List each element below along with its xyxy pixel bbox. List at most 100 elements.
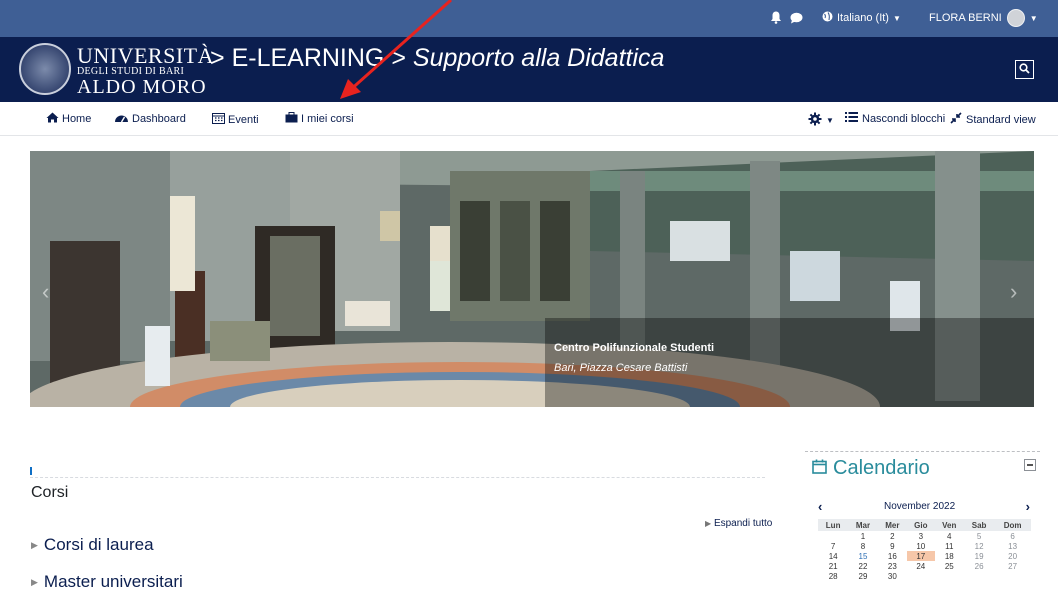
primary-navigation: Home Dashboard Eventi I miei corsi ▼ Nas… [0, 102, 1058, 136]
hide-blocks-button[interactable]: Nascondi blocchi [845, 112, 945, 126]
category-label: Master universitari [43, 572, 183, 591]
nav-eventi-label: Eventi [228, 113, 259, 126]
calendar-day[interactable]: 13 [994, 541, 1031, 551]
calendar-day[interactable]: 19 [964, 551, 994, 561]
calendar-day[interactable]: 1 [848, 531, 877, 541]
calendar-week-row: 14 15 16 17 18 19 20 [818, 551, 1031, 561]
calendar-day[interactable]: 5 [964, 531, 994, 541]
breadcrumb-supporto-didattica[interactable]: Supporto alla Didattica [413, 44, 665, 72]
minus-icon [1027, 464, 1033, 466]
calendar-day[interactable]: 11 [935, 541, 964, 551]
nav-eventi[interactable]: Eventi [212, 112, 259, 127]
caret-down-icon: ▼ [826, 116, 834, 125]
briefcase-icon [285, 112, 298, 126]
expand-all-link[interactable]: ▶ Espandi tutto [705, 518, 772, 529]
next-month-icon[interactable]: › [1026, 499, 1030, 514]
category-label: Corsi di laurea [43, 535, 154, 554]
calendar-day[interactable]: 15 [848, 551, 877, 561]
calendar-block-title: Calendario [812, 457, 930, 480]
weekday-label: Sab [963, 519, 995, 531]
site-header: UNIVERSITÀ DEGLI STUDI DI BARI ALDO MORO… [0, 37, 1058, 102]
weekday-label: Ven [934, 519, 964, 531]
standard-view-button[interactable]: Standard view [950, 112, 1036, 127]
user-menu[interactable]: FLORA BERNI ▼ [929, 9, 1038, 27]
calendar-day[interactable]: 17 [907, 551, 935, 561]
calendar-day[interactable]: 8 [848, 541, 877, 551]
calendar-day[interactable]: 4 [935, 531, 964, 541]
section-divider [30, 477, 765, 478]
globe-icon [822, 11, 833, 25]
notification-bell-icon[interactable] [770, 11, 782, 29]
top-bar: Italiano (It) ▼ FLORA BERNI ▼ [0, 0, 1058, 37]
triangle-right-icon: ▶ [31, 576, 38, 587]
calendar-day[interactable]: 30 [878, 571, 907, 581]
messages-icon[interactable] [790, 11, 803, 29]
nav-dashboard[interactable]: Dashboard [114, 112, 186, 126]
calendar-day[interactable]: 10 [907, 541, 935, 551]
calendar-day[interactable]: 12 [964, 541, 994, 551]
home-icon [46, 112, 59, 126]
calendar-day[interactable]: 7 [818, 541, 848, 551]
university-seal-logo[interactable] [19, 43, 71, 95]
previous-month-icon[interactable]: ‹ [818, 499, 822, 514]
nav-my-courses-label: I miei corsi [301, 113, 354, 125]
calendar-month-label[interactable]: November 2022 [884, 501, 955, 512]
university-name[interactable]: UNIVERSITÀ DEGLI STUDI DI BARI ALDO MORO [77, 45, 214, 98]
calendar-empty-cell [935, 571, 964, 581]
calendar-week-row: 28 29 30 [818, 571, 1031, 581]
calendar-month-nav: ‹ November 2022 › [818, 499, 1030, 515]
breadcrumb-separator: > [391, 44, 406, 72]
carousel-next-icon[interactable]: › [1010, 279, 1017, 305]
calendar-empty-cell [907, 571, 935, 581]
top-icons [770, 11, 803, 29]
courses-section-title: Corsi [31, 484, 69, 501]
header-breadcrumb: > E-LEARNING > Supporto alla Didattica [210, 44, 664, 73]
calendar-day[interactable]: 14 [818, 551, 848, 561]
calendar-day[interactable]: 2 [878, 531, 907, 541]
list-icon [845, 112, 858, 126]
image-carousel: ‹ › Centro Polifunzionale Studenti Bari,… [30, 151, 1034, 407]
search-icon [1019, 61, 1030, 79]
calendar-day[interactable]: 23 [878, 561, 907, 571]
carousel-prev-icon[interactable]: ‹ [42, 279, 49, 305]
avatar [1006, 9, 1025, 27]
nav-dashboard-label: Dashboard [132, 113, 186, 125]
language-label: Italiano (It) [837, 12, 889, 24]
nav-my-courses[interactable]: I miei corsi [285, 112, 354, 126]
calendar-day[interactable]: 29 [848, 571, 877, 581]
expand-all-label: Espandi tutto [713, 518, 773, 529]
collapse-block-button[interactable] [1024, 459, 1036, 471]
calendar-day[interactable]: 22 [848, 561, 877, 571]
triangle-right-icon: ▶ [705, 519, 712, 528]
calendar-icon [212, 112, 225, 127]
caption-subtitle: Bari, Piazza Cesare Battisti [554, 362, 688, 374]
calendar-empty-cell [818, 531, 848, 541]
page-settings-menu[interactable]: ▼ [808, 112, 834, 129]
category-master-universitari[interactable]: ▶ Master universitari [31, 572, 183, 592]
calendar-day[interactable]: 9 [878, 541, 907, 551]
calendar-empty-cell [994, 571, 1031, 581]
weekday-label: Gio [907, 519, 935, 531]
breadcrumb-elearning[interactable]: E-LEARNING [232, 44, 385, 72]
calendar-day[interactable]: 26 [964, 561, 994, 571]
language-selector[interactable]: Italiano (It) ▼ [822, 11, 901, 25]
calendar-day[interactable]: 21 [818, 561, 848, 571]
calendar-day[interactable]: 25 [935, 561, 964, 571]
calendar-day[interactable]: 20 [994, 551, 1031, 561]
calendar-week-row: 7 8 9 10 11 12 13 [818, 541, 1031, 551]
weekday-label: Dom [994, 519, 1031, 531]
section-marker [30, 467, 32, 475]
hide-blocks-label: Nascondi blocchi [862, 113, 946, 125]
standard-view-label: Standard view [966, 113, 1036, 126]
calendar-day[interactable]: 16 [878, 551, 907, 561]
calendar-day[interactable]: 18 [935, 551, 964, 561]
calendar-day[interactable]: 24 [907, 561, 935, 571]
calendar-week-row: 123456 [818, 531, 1031, 541]
category-corsi-di-laurea[interactable]: ▶ Corsi di laurea [31, 535, 154, 555]
calendar-day[interactable]: 27 [994, 561, 1031, 571]
calendar-day[interactable]: 3 [907, 531, 935, 541]
search-button[interactable] [1015, 60, 1034, 79]
calendar-day[interactable]: 6 [994, 531, 1031, 541]
calendar-day[interactable]: 28 [818, 571, 848, 581]
nav-home[interactable]: Home [46, 112, 91, 126]
